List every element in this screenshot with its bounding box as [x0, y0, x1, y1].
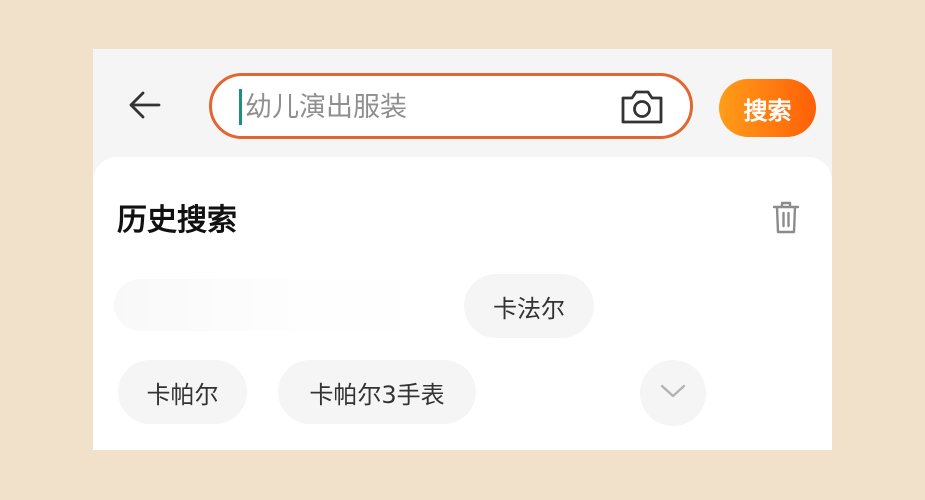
search-button[interactable]: 搜索 — [719, 79, 816, 137]
blurred-history-item — [114, 279, 434, 331]
history-title: 历史搜索 — [117, 203, 237, 238]
chevron-down-icon — [659, 382, 687, 404]
search-box[interactable] — [209, 73, 693, 139]
history-chip[interactable]: 卡法尔 — [464, 274, 594, 338]
text-caret — [239, 89, 242, 125]
search-input[interactable] — [245, 84, 605, 130]
expand-history-button[interactable] — [640, 360, 706, 426]
search-screen: 搜索 历史搜索 卡法尔 卡帕尔 卡帕尔3手表 — [93, 49, 832, 450]
camera-button[interactable] — [618, 89, 666, 129]
search-history-panel: 历史搜索 卡法尔 卡帕尔 卡帕尔3手表 — [93, 157, 832, 450]
clear-history-button[interactable] — [769, 199, 803, 239]
trash-icon — [771, 199, 801, 239]
arrow-left-icon — [128, 90, 162, 124]
back-button[interactable] — [127, 89, 163, 125]
history-chip[interactable]: 卡帕尔 — [118, 360, 247, 424]
history-chip[interactable]: 卡帕尔3手表 — [278, 360, 476, 424]
camera-icon — [619, 88, 665, 130]
